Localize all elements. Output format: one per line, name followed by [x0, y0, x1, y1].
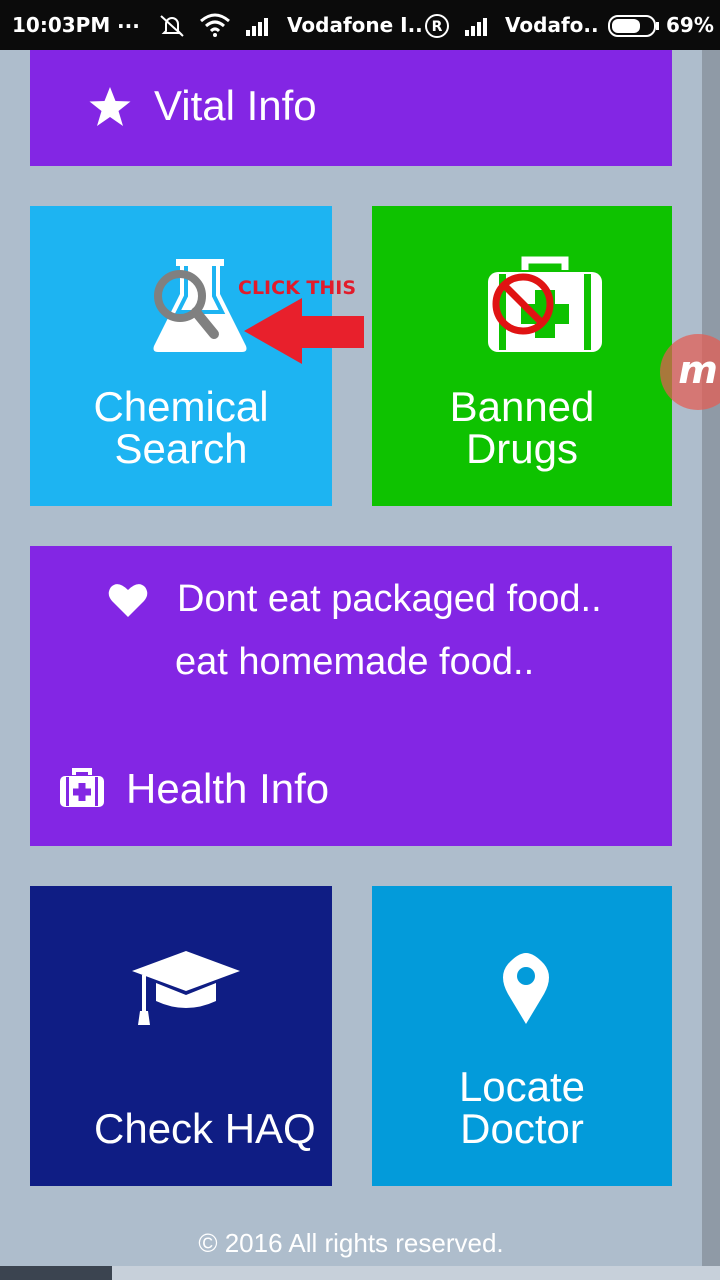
- status-bar: 10:03PM ... Vodafone I.. R Vodafo.. 69%: [0, 0, 720, 50]
- battery-percent: 69%: [666, 13, 714, 37]
- chemical-search-label-line2: Search: [114, 425, 248, 472]
- locate-doctor-label-line1: Locate: [458, 1063, 586, 1110]
- star-icon: [89, 87, 131, 126]
- flask-search-icon: [153, 259, 247, 352]
- footer-copyright: © 2016 All rights reserved.: [198, 1228, 504, 1258]
- signal-icon-sim2: [465, 18, 487, 36]
- signal-icon-sim1: [246, 18, 268, 36]
- health-info-label: Health Info: [126, 765, 330, 812]
- carrier-name-sim2: Vodafo..: [505, 13, 599, 37]
- banned-medkit-icon: [488, 256, 602, 352]
- health-message-line2: eat homemade food..: [175, 641, 535, 683]
- banned-drugs-label-line1: Banned: [449, 383, 595, 430]
- heart-icon: [108, 584, 148, 617]
- mute-icon: [160, 15, 184, 37]
- health-info-tile[interactable]: Dont eat packaged food.. eat homemade fo…: [30, 546, 672, 846]
- more-notifications-icon: ...: [117, 9, 140, 33]
- banned-drugs-label-line2: Drugs: [465, 425, 579, 472]
- locate-doctor-label-line2: Doctor: [460, 1105, 584, 1152]
- carrier-name-sim1: Vodafone I..: [287, 13, 423, 37]
- right-edge-strip: [702, 50, 720, 1280]
- vital-info-label: Vital Info: [154, 82, 317, 129]
- locate-doctor-tile[interactable]: Locate Doctor: [372, 886, 672, 1186]
- graduation-cap-icon: [132, 951, 240, 1025]
- banned-drugs-tile[interactable]: Banned Drugs: [372, 206, 672, 506]
- map-pin-icon: [503, 953, 549, 1024]
- vital-info-tile[interactable]: Vital Info: [30, 50, 672, 166]
- wifi-icon: [200, 13, 230, 37]
- floating-button-letter: m: [678, 348, 718, 392]
- battery-icon: [608, 15, 659, 37]
- roaming-icon: R: [425, 14, 449, 38]
- red-arrow-icon: [244, 298, 364, 364]
- status-time: 10:03PM: [12, 13, 111, 37]
- roaming-letter: R: [432, 19, 443, 35]
- bottom-bar: [0, 1266, 720, 1280]
- click-this-annotation: CLICK THIS: [238, 277, 357, 299]
- chemical-search-label-line1: Chemical: [93, 383, 269, 430]
- check-haq-tile[interactable]: Check HAQ: [30, 886, 332, 1186]
- health-message-line1: Dont eat packaged food..: [177, 578, 602, 620]
- check-haq-label: Check HAQ: [94, 1105, 316, 1152]
- medkit-icon: [60, 768, 104, 807]
- bottom-bar-segment: [0, 1266, 112, 1280]
